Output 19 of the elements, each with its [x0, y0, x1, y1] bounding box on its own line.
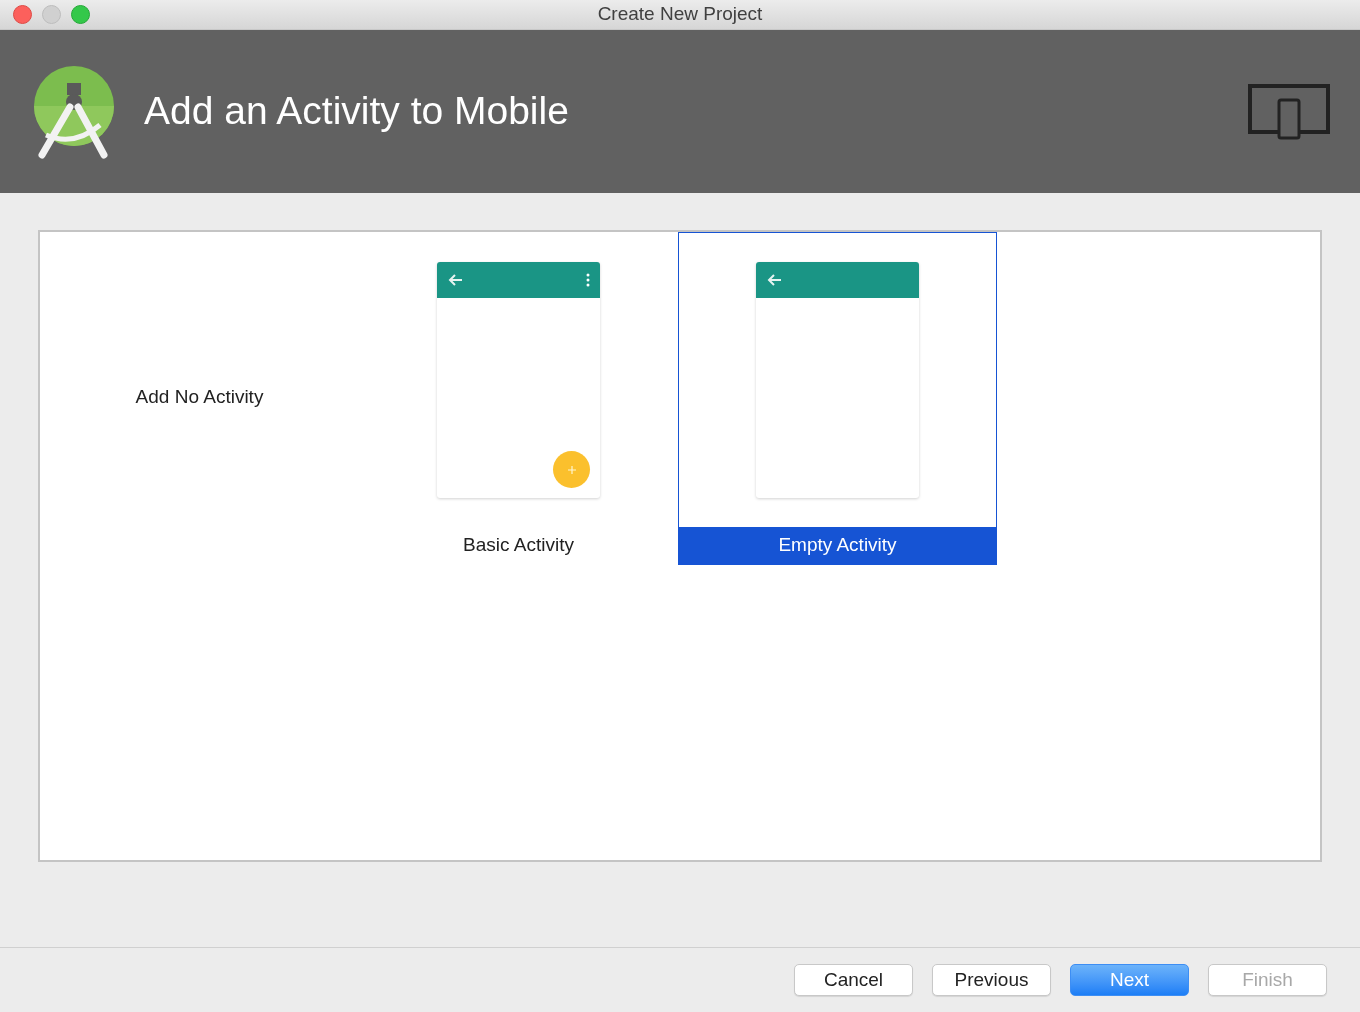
close-window-button[interactable]: [13, 5, 32, 24]
more-vertical-icon: [586, 273, 590, 287]
minimize-window-button[interactable]: [42, 5, 61, 24]
template-tile[interactable]: Basic Activity: [359, 232, 678, 565]
page-title: Add an Activity to Mobile: [144, 88, 569, 135]
plus-icon: [567, 465, 576, 474]
back-arrow-icon: [766, 273, 782, 287]
dialog-button[interactable]: Previous: [932, 964, 1051, 996]
devices-icon: [1248, 83, 1330, 140]
dialog-button[interactable]: Cancel: [794, 964, 913, 996]
back-arrow-icon: [447, 273, 463, 287]
template-label: Basic Activity: [463, 533, 574, 558]
template-label: Empty Activity: [778, 533, 897, 558]
compass-logo-icon: [32, 64, 116, 159]
window-title: Create New Project: [597, 2, 763, 27]
template-label: Add No Activity: [135, 385, 264, 410]
zoom-window-button[interactable]: [71, 5, 90, 24]
template-tile[interactable]: Add No Activity: [40, 232, 359, 565]
template-tile[interactable]: Empty Activity: [678, 232, 997, 565]
